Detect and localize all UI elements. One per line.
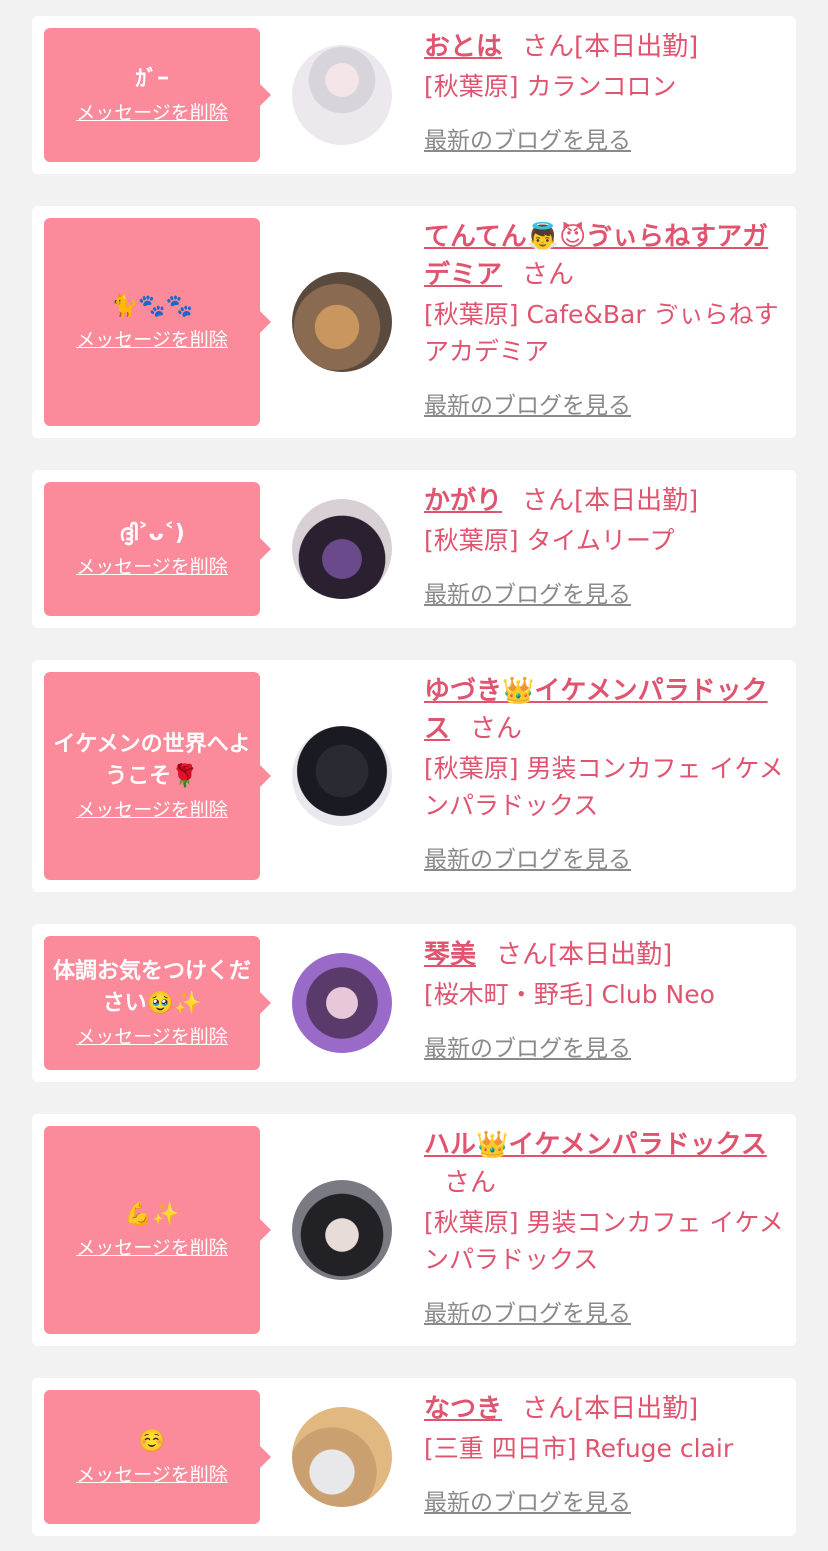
status-text: [本日出勤] [574,32,699,62]
shop-name: [秋葉原] タイムリープ [424,526,675,555]
status-text: [本日出勤] [574,1394,699,1424]
shop-name: [秋葉原] カランコロン [424,72,677,101]
message-text: ദ്ദി˃ᴗ˂) [119,521,185,546]
message-card: ദ്ദി˃ᴗ˂) メッセージを削除 かがり さん[本日出勤] [秋葉原] タイムリ… [32,470,796,628]
honorific: さん [522,32,575,62]
message-bubble: 🐈🐾🐾 メッセージを削除 [44,218,271,426]
cast-name-link[interactable]: 琴美 [424,940,476,970]
latest-blog-link[interactable]: 最新のブログを見る [424,386,631,420]
latest-blog-link[interactable]: 最新のブログを見る [424,1029,631,1063]
message-bubble: ☺️ メッセージを削除 [44,1390,271,1524]
message-bubble: 💪✨ メッセージを削除 [44,1126,271,1334]
name-line: ゆづき👑イケメンパラドックス さん [424,672,784,748]
cast-name-link[interactable]: なつき [424,1394,502,1424]
message-text: ｶﾞｰ [135,67,169,92]
message-card: 🐈🐾🐾 メッセージを削除 てんてん👼😈ゔぃらねすアガデミア さん [秋葉原] Ca… [32,206,796,438]
message-card: ☺️ メッセージを削除 なつき さん[本日出勤] [三重 四日市] Refuge … [32,1378,796,1536]
shop-name: [桜木町・野毛] Club Neo [424,980,715,1009]
message-bubble: ദ്ദി˃ᴗ˂) メッセージを削除 [44,482,271,616]
avatar[interactable] [292,1180,392,1280]
name-line: 琴美 さん[本日出勤] [424,936,784,974]
cast-info: ハル👑イケメンパラドックスさん [秋葉原] 男装コンカフェ イケメンパラドックス… [424,1126,784,1328]
message-text: ☺️ [138,1429,166,1454]
honorific: さん [522,260,575,290]
message-list: ｶﾞｰ メッセージを削除 おとは さん[本日出勤] [秋葉原] カランコロン 最新… [0,0,828,1551]
message-bubble: イケメンの世界へようこそ🌹 メッセージを削除 [44,672,271,880]
honorific: さん [522,1394,575,1424]
honorific: さん [496,940,549,970]
latest-blog-link[interactable]: 最新のブログを見る [424,1483,631,1517]
delete-message-link[interactable]: メッセージを削除 [76,1235,228,1261]
message-bubble: 体調お気をつけください🥹✨ メッセージを削除 [44,936,271,1070]
message-card: 💪✨ メッセージを削除 ハル👑イケメンパラドックスさん [秋葉原] 男装コンカフ… [32,1114,796,1346]
cast-name-link[interactable]: おとは [424,32,502,62]
honorific: さん [522,486,575,516]
avatar[interactable] [292,953,392,1053]
message-card: 体調お気をつけください🥹✨ メッセージを削除 琴美 さん[本日出勤] [桜木町・野… [32,924,796,1082]
cast-name-link[interactable]: ハル👑イケメンパラドックス [424,1130,767,1160]
message-text: 体調お気をつけください🥹✨ [52,959,251,1016]
shop-name: [秋葉原] Cafe&Bar ゔぃらねすアカデミア [424,300,779,366]
latest-blog-link[interactable]: 最新のブログを見る [424,1294,631,1328]
message-text: 💪✨ [124,1202,180,1227]
avatar[interactable] [292,726,392,826]
shop-name: [三重 四日市] Refuge clair [424,1434,734,1463]
cast-info: ゆづき👑イケメンパラドックス さん [秋葉原] 男装コンカフェ イケメンパラドック… [424,672,784,874]
avatar[interactable] [292,45,392,145]
latest-blog-link[interactable]: 最新のブログを見る [424,121,631,155]
latest-blog-link[interactable]: 最新のブログを見る [424,575,631,609]
latest-blog-link[interactable]: 最新のブログを見る [424,840,631,874]
status-text: [本日出勤] [548,940,673,970]
cast-name-link[interactable]: てんてん👼😈ゔぃらねすアガデミア [424,222,768,290]
message-card: イケメンの世界へようこそ🌹 メッセージを削除 ゆづき👑イケメンパラドックス さん … [32,660,796,892]
avatar[interactable] [292,499,392,599]
cast-info: おとは さん[本日出勤] [秋葉原] カランコロン 最新のブログを見る [424,28,784,155]
delete-message-link[interactable]: メッセージを削除 [76,100,228,126]
cast-info: てんてん👼😈ゔぃらねすアガデミア さん [秋葉原] Cafe&Bar ゔぃらねすア… [424,218,784,420]
message-bubble: ｶﾞｰ メッセージを削除 [44,28,271,162]
honorific: さん [444,1168,497,1198]
avatar[interactable] [292,272,392,372]
cast-info: なつき さん[本日出勤] [三重 四日市] Refuge clair 最新のブログ… [424,1390,784,1517]
delete-message-link[interactable]: メッセージを削除 [76,554,228,580]
delete-message-link[interactable]: メッセージを削除 [76,797,228,823]
name-line: なつき さん[本日出勤] [424,1390,784,1428]
cast-name-link[interactable]: かがり [424,486,502,516]
delete-message-link[interactable]: メッセージを削除 [76,1462,228,1488]
cast-info: かがり さん[本日出勤] [秋葉原] タイムリープ 最新のブログを見る [424,482,784,609]
message-text: イケメンの世界へようこそ🌹 [53,732,251,789]
avatar[interactable] [292,1407,392,1507]
name-line: ハル👑イケメンパラドックスさん [424,1126,784,1202]
message-card: ｶﾞｰ メッセージを削除 おとは さん[本日出勤] [秋葉原] カランコロン 最新… [32,16,796,174]
shop-name: [秋葉原] 男装コンカフェ イケメンパラドックス [424,754,784,820]
name-line: おとは さん[本日出勤] [424,28,784,66]
cast-info: 琴美 さん[本日出勤] [桜木町・野毛] Club Neo 最新のブログを見る [424,936,784,1063]
honorific: さん [470,714,523,744]
shop-name: [秋葉原] 男装コンカフェ イケメンパラドックス [424,1208,784,1274]
delete-message-link[interactable]: メッセージを削除 [76,1024,228,1050]
status-text: [本日出勤] [574,486,699,516]
delete-message-link[interactable]: メッセージを削除 [76,327,228,353]
name-line: かがり さん[本日出勤] [424,482,784,520]
message-text: 🐈🐾🐾 [110,294,194,319]
name-line: てんてん👼😈ゔぃらねすアガデミア さん [424,218,784,294]
